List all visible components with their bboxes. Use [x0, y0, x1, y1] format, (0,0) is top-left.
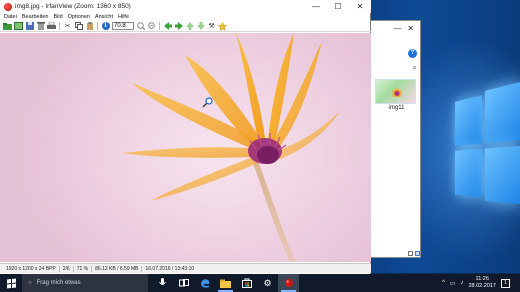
irfanview-window[interactable]: img8.jpg - IrfanView (Zoom: 1360 x 850) … [0, 0, 371, 274]
irfanview-app-icon[interactable] [4, 2, 12, 11]
chevron-up-icon[interactable]: ^ [442, 280, 445, 286]
first-icon[interactable] [185, 22, 194, 31]
irfanview-taskbar-icon[interactable] [278, 274, 299, 292]
thumbnail-label: img11 [388, 105, 405, 111]
next-icon[interactable] [174, 22, 183, 31]
close-icon[interactable]: ✕ [407, 24, 414, 33]
large-icons-view-button[interactable] [415, 250, 420, 256]
thumbnail-flower [392, 85, 402, 97]
zoom-input[interactable]: 70.8 [112, 22, 134, 30]
edge-browser-icon[interactable] [194, 274, 215, 292]
system-tray: ^ ▭ ♪ 11:26 28.02.2017 1 [442, 274, 520, 292]
details-view-button[interactable] [408, 250, 413, 256]
task-view-icon[interactable] [173, 274, 194, 292]
file-explorer-icon[interactable] [215, 274, 236, 292]
clock[interactable]: 11:26 28.02.2017 [468, 276, 496, 290]
notification-center-icon[interactable]: 1 [501, 278, 510, 288]
taskbar-apps: ⚙ [152, 274, 299, 292]
menu-ansicht[interactable]: Ansicht [95, 14, 113, 20]
menubar: Datei Bearbeiten Bild Optionen Ansicht H… [0, 13, 371, 21]
favorite-icon[interactable] [218, 21, 227, 31]
menu-bearbeiten[interactable]: Bearbeiten [22, 14, 49, 20]
zoom-out-icon[interactable] [147, 22, 156, 31]
status-index: 2/6 [60, 265, 74, 272]
copy-icon[interactable] [74, 22, 83, 31]
network-icon[interactable]: ▭ [450, 280, 456, 287]
clock-time: 11:26 [475, 276, 489, 282]
status-filesize: 86.12 KB / 6.59 MB [92, 265, 143, 272]
microphone-icon[interactable] [152, 274, 173, 292]
notification-count: 1 [504, 280, 507, 286]
windows-logo-wallpaper [452, 82, 520, 262]
last-icon[interactable] [196, 22, 205, 31]
zoom-in-icon[interactable] [136, 22, 145, 31]
explorer-search-icon[interactable]: ⌕ [413, 63, 417, 73]
menu-bild[interactable]: Bild [53, 14, 62, 20]
menu-datei[interactable]: Datei [4, 14, 17, 20]
tools-icon[interactable]: ⚒ [207, 22, 216, 31]
statusbar: 1920 x 1200 x 24 BPP 2/6 71 % 86.12 KB /… [0, 263, 371, 273]
clock-date: 28.02.2017 [468, 283, 496, 289]
status-zoom: 71 % [74, 265, 93, 272]
windows-start-icon [6, 278, 16, 288]
search-placeholder: Frag mich etwas [36, 280, 81, 286]
settings-gear-icon[interactable]: ⚙ [257, 274, 278, 292]
help-icon[interactable]: ? [408, 49, 417, 58]
info-icon[interactable]: i [101, 22, 110, 31]
status-resolution: 1920 x 1200 x 24 BPP [3, 265, 60, 272]
window-title: img8.jpg - IrfanView (Zoom: 1360 x 850) [15, 3, 131, 10]
taskbar: ○ Frag mich etwas ⚙ ^ ▭ ♪ 11:26 28.02.20… [0, 274, 520, 292]
image-canvas[interactable] [0, 33, 371, 262]
delete-icon[interactable] [36, 22, 45, 31]
file-explorer-window[interactable]: — ✕ ? ⌕ img11 [370, 20, 421, 258]
menu-optionen[interactable]: Optionen [68, 14, 90, 20]
titlebar[interactable]: img8.jpg - IrfanView (Zoom: 1360 x 850) … [0, 0, 371, 13]
volume-icon[interactable]: ♪ [460, 280, 463, 286]
cut-icon[interactable]: ✂ [63, 22, 72, 31]
explorer-view-buttons [371, 249, 420, 257]
window-controls: — ☐ ✕ [305, 0, 371, 13]
save-icon[interactable] [25, 22, 34, 31]
print-icon[interactable] [47, 22, 56, 31]
status-datetime: 16.07.2016 / 13:43:10 [145, 265, 195, 272]
minimize-button[interactable]: — [305, 0, 327, 13]
mic-icon: ○ [28, 280, 32, 286]
image-thumbnail[interactable] [375, 79, 416, 104]
open-icon[interactable] [3, 22, 12, 31]
minimize-icon[interactable]: — [393, 24, 401, 33]
close-button[interactable]: ✕ [349, 0, 371, 13]
paste-icon[interactable] [85, 22, 94, 31]
flower-image [122, 33, 340, 262]
toolbar: ✂ i 70.8 ⚒ [0, 21, 371, 32]
slideshow-icon[interactable] [14, 22, 23, 31]
prev-icon[interactable] [163, 22, 172, 31]
menu-hilfe[interactable]: Hilfe [118, 14, 129, 20]
cortana-search-box[interactable]: ○ Frag mich etwas [22, 274, 148, 292]
explorer-titlebar: — ✕ [371, 21, 420, 35]
store-icon[interactable] [236, 274, 257, 292]
maximize-button[interactable]: ☐ [327, 0, 349, 13]
start-button[interactable] [0, 274, 22, 292]
